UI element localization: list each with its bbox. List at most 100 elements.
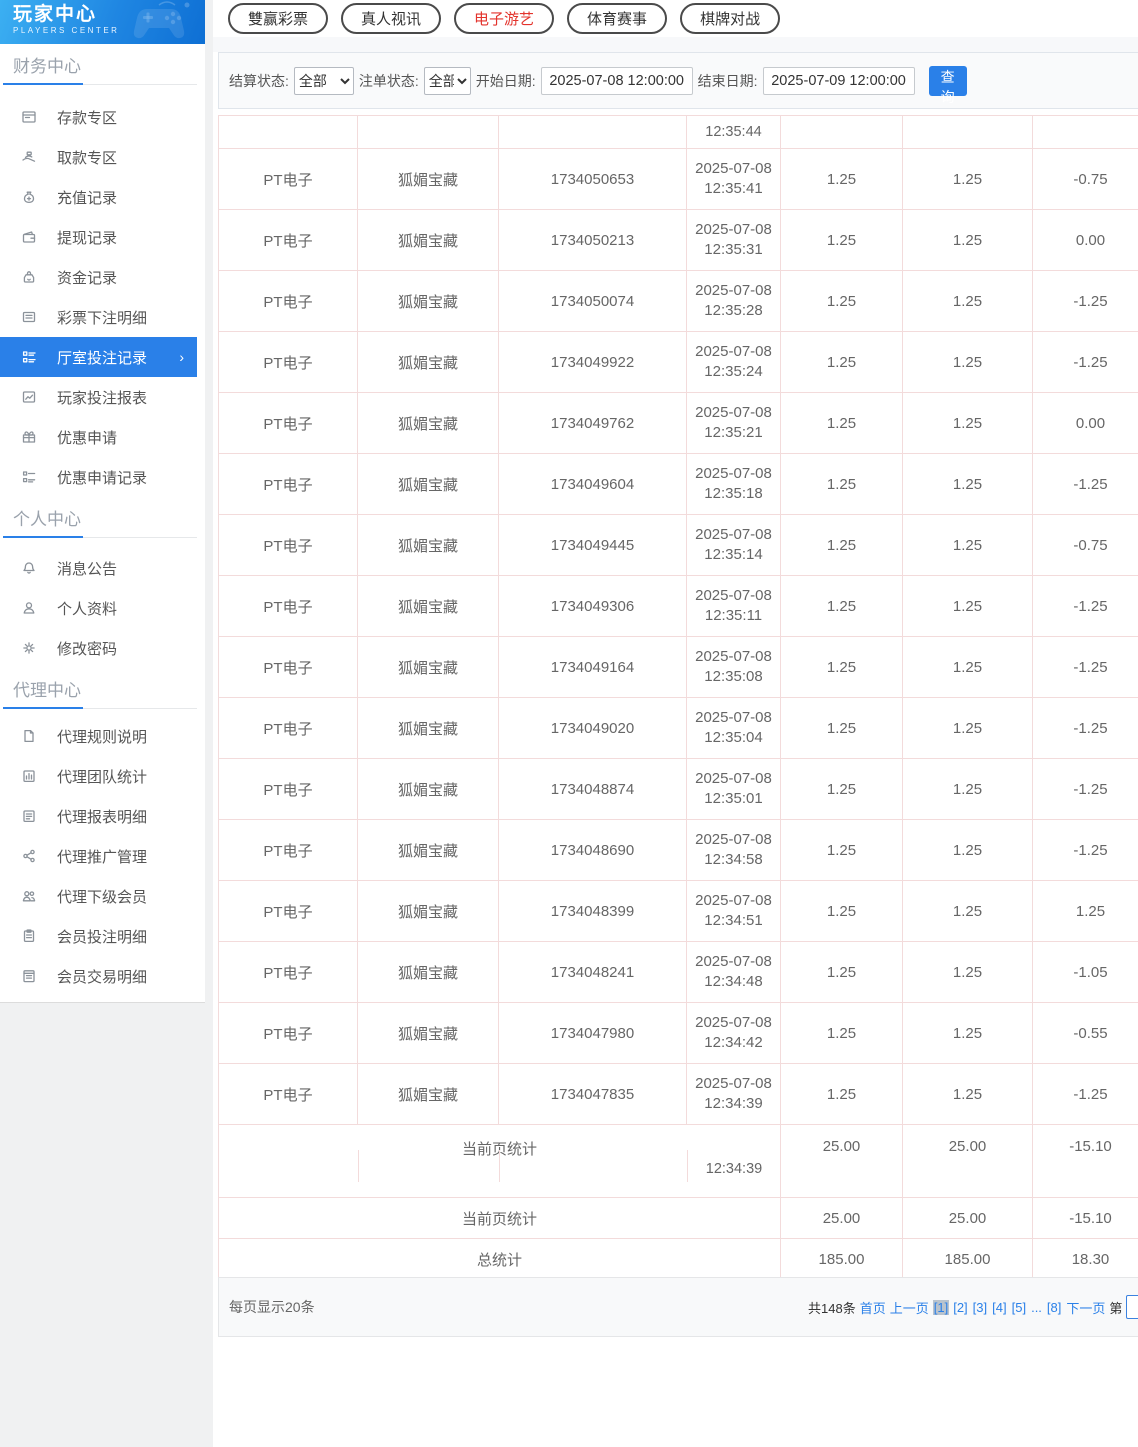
sidebar-item-recharge-record[interactable]: 充值记录 <box>0 177 205 217</box>
filter-top-band <box>213 37 1138 52</box>
start-date-input[interactable] <box>540 66 693 95</box>
sidebar-item-report-detail[interactable]: 代理报表明细 <box>0 796 205 836</box>
sidebar-item-deposit[interactable]: 存款专区 <box>0 97 205 137</box>
sidebar-item-label: 代理规则说明 <box>57 728 148 746</box>
cell-bet: 1.25 <box>780 514 903 576</box>
sidebar-item-bell[interactable]: 消息公告 <box>0 548 205 588</box>
category-tab[interactable]: 真人视讯 <box>341 3 442 34</box>
sidebar-item-hall-bet[interactable]: 厅室投注记录 › <box>0 337 197 377</box>
member-trade-icon <box>21 968 37 984</box>
page-stats-row-tall: 当前页统计 12:34:39 25.00 25.00 -15.10 <box>218 1124 1138 1198</box>
promo-record-icon <box>21 469 37 485</box>
cell-result: -1.25 <box>1032 270 1138 332</box>
cell-platform: PT电子 <box>218 575 358 637</box>
sidebar-item-member-trade[interactable]: 会员交易明细 <box>0 956 205 996</box>
cell-valid: 1.25 <box>902 209 1033 271</box>
cell-order: 1734050653 <box>498 148 687 210</box>
sidebar-item-player-report[interactable]: 玩家投注报表 <box>0 377 205 417</box>
cell-bet: 1.25 <box>780 331 903 393</box>
cell-bet: 1.25 <box>780 1063 903 1125</box>
cell-platform: PT电子 <box>218 819 358 881</box>
sidebar-menu: 代理规则说明代理团队统计 代理报表明细 代理推广管理 代理下级会员 会员投注明细 会员交易… <box>0 709 205 996</box>
jump-page-input[interactable] <box>1126 1295 1138 1319</box>
sidebar-item-members[interactable]: 代理下级会员 <box>0 876 205 916</box>
cell-datetime: 2025-07-08 12:34:48 <box>686 941 781 1003</box>
sidebar-item-person[interactable]: 个人资料 <box>0 588 205 628</box>
page-link[interactable]: [3] <box>972 1300 988 1315</box>
next-page-link[interactable]: 下一页 <box>1066 1298 1105 1317</box>
cell-datetime: 2025-07-08 12:35:18 <box>686 453 781 515</box>
page-link[interactable]: [5] <box>1011 1300 1027 1315</box>
cell-game: 狐媚宝藏 <box>357 331 499 393</box>
prev-page-link[interactable]: 上一页 <box>890 1298 929 1317</box>
sidebar-item-lottery-bet[interactable]: 彩票下注明细 <box>0 297 205 337</box>
sidebar-item-promo-record[interactable]: 优惠申请记录 <box>0 457 205 497</box>
cell-valid: 1.25 <box>902 880 1033 942</box>
cell-game: 狐媚宝藏 <box>357 880 499 942</box>
page-link[interactable]: [2] <box>952 1300 968 1315</box>
cell-order: 1734049762 <box>498 392 687 454</box>
total-count-label: 共148条 <box>808 1300 856 1316</box>
cell-bet: 1.25 <box>780 636 903 698</box>
category-tab[interactable]: 棋牌对战 <box>680 3 781 34</box>
cell-bet: 1.25 <box>780 697 903 759</box>
sidebar-item-member-bet[interactable]: 会员投注明细 <box>0 916 205 956</box>
cell-game: 狐媚宝藏 <box>357 1002 499 1064</box>
table-row: PT电子 狐媚宝藏 1734048690 2025-07-08 12:34:58 1.25… <box>218 819 1138 881</box>
page-link[interactable]: [8] <box>1046 1300 1062 1315</box>
cell-platform: PT电子 <box>218 941 358 1003</box>
sidebar-item-team-stats[interactable]: 代理团队统计 <box>0 756 205 796</box>
cell-platform: PT电子 <box>218 270 358 332</box>
page-stats-label: 当前页统计 <box>218 1197 781 1239</box>
sidebar-item-label: 取款专区 <box>57 149 118 167</box>
cell-datetime: 2025-07-08 12:35:04 <box>686 697 781 759</box>
sidebar-item-label: 充值记录 <box>57 189 118 207</box>
category-tab[interactable]: 电子游艺 <box>454 3 555 34</box>
page-link[interactable]: [1] <box>932 1299 950 1315</box>
category-tab[interactable]: 雙赢彩票 <box>228 3 329 34</box>
cell-result: -0.75 <box>1032 148 1138 210</box>
bets-table: 12:35:44 PT电子 狐媚宝藏 1734050653 2025-07-08 12:… <box>218 115 1138 1280</box>
category-tab[interactable]: 体育赛事 <box>567 3 668 34</box>
cell-valid: 1.25 <box>902 1063 1033 1125</box>
border-fragment <box>687 1150 688 1182</box>
order-status-select[interactable]: 全部 <box>423 66 471 95</box>
sidebar-item-label: 提现记录 <box>57 229 118 247</box>
promo-apply-icon <box>21 429 37 445</box>
sidebar-item-promo-apply[interactable]: 优惠申请 <box>0 417 205 457</box>
sidebar-item-label: 资金记录 <box>57 269 118 287</box>
sidebar-item-funds-record[interactable]: 资金记录 <box>0 257 205 297</box>
cell-datetime: 2025-07-08 12:35:08 <box>686 636 781 698</box>
border-fragment <box>358 1150 359 1182</box>
page-stats-result: -15.10 <box>1032 1124 1138 1198</box>
member-bet-icon <box>21 928 37 944</box>
doc-icon <box>21 728 37 744</box>
sidebar-item-gear[interactable]: 修改密码 <box>0 628 205 668</box>
sidebar-item-label: 玩家投注报表 <box>57 389 148 407</box>
sidebar-item-doc[interactable]: 代理规则说明 <box>0 716 205 756</box>
first-page-link[interactable]: 首页 <box>860 1298 886 1317</box>
team-stats-icon <box>21 768 37 784</box>
cell-game: 狐媚宝藏 <box>357 453 499 515</box>
end-date-input[interactable] <box>762 66 915 95</box>
cell-bet: 1.25 <box>780 453 903 515</box>
cell-game: 狐媚宝藏 <box>357 697 499 759</box>
withdraw-icon <box>21 149 37 165</box>
cell-result: -0.55 <box>1032 1002 1138 1064</box>
cell-bet: 1.25 <box>780 941 903 1003</box>
settle-status-select[interactable]: 全部 <box>293 66 354 95</box>
query-button[interactable]: 查询 <box>928 65 967 105</box>
sidebar-item-withdraw-record[interactable]: 提现记录 <box>0 217 205 257</box>
total-stats-row: 总统计 185.00 185.00 18.30 <box>218 1238 1138 1280</box>
person-icon <box>21 600 37 616</box>
clipped-row: 12:35:44 <box>218 115 1138 149</box>
end-date-label: 结束日期: <box>697 72 758 89</box>
cell-datetime: 2025-07-08 12:35:24 <box>686 331 781 393</box>
page-ellipsis: ... <box>1031 1299 1042 1315</box>
cell-result: -1.25 <box>1032 453 1138 515</box>
table-row: PT电子 狐媚宝藏 1734050213 2025-07-08 12:35:31 1.25… <box>218 209 1138 271</box>
sidebar-item-share[interactable]: 代理推广管理 <box>0 836 205 876</box>
sidebar-item-withdraw[interactable]: 取款专区 <box>0 137 205 177</box>
page-link[interactable]: [4] <box>991 1300 1007 1315</box>
cell-datetime: 2025-07-08 12:35:14 <box>686 514 781 576</box>
